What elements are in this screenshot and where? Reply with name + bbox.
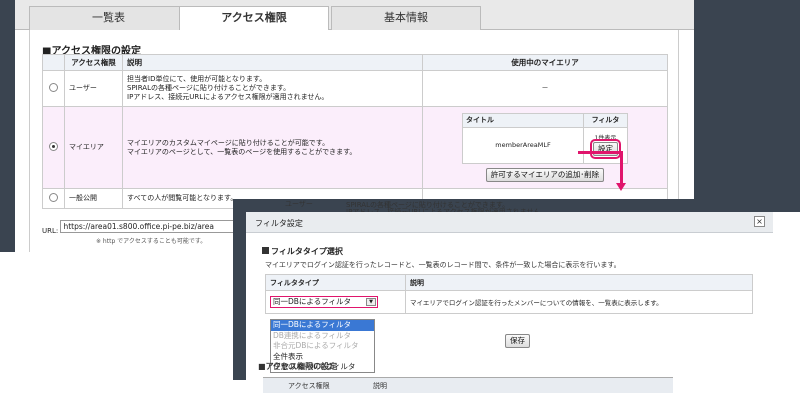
radio-myarea[interactable] [49, 141, 58, 151]
add-remove-myarea-button[interactable]: 許可するマイエリアの追加･削除 [485, 168, 605, 182]
url-row: URL: https://area01.s800.office.pi-pe.bi… [42, 220, 239, 235]
url-label: URL: [42, 227, 59, 235]
url-note: ※ http でアクセスすることも可能です。 [96, 238, 207, 245]
filter-type-select[interactable]: 同一DBによるフィルタ ▼ [270, 296, 378, 308]
tab-access[interactable]: アクセス権限 [179, 6, 329, 31]
square-bullet-icon [262, 247, 269, 254]
row-area-user: － [422, 70, 668, 107]
table-row: ユーザー 担当者ID単位にて、使用が可能となります。 SPIRALの各種ページに… [42, 70, 668, 107]
background-section-title: ■アクセス権限の設定 [258, 362, 338, 371]
area-header: 使用中のマイエリア [422, 54, 668, 71]
arrow-down-icon [616, 183, 626, 191]
row-desc-user: 担当者ID単位にて、使用が可能となります。 SPIRALの各種ページに貼り付ける… [122, 70, 423, 107]
row-desc-myarea: マイエリアのカスタムマイページに貼り付けることが可能です。 マイエリアのページと… [122, 106, 423, 189]
tab-bar: 一覧表 アクセス権限 基本情報 [15, 0, 694, 31]
table-row: 同一DBによるフィルタ ▼ マイエリアでログイン認証を行ったメンバーについての情… [265, 290, 753, 314]
myarea-title: memberAreaMLF [462, 127, 584, 164]
background-header-1: アクセス権限 [288, 382, 330, 390]
radio-header [42, 54, 65, 71]
radio-user[interactable] [49, 82, 58, 92]
background-header-2: 説明 [373, 382, 387, 390]
permission-header: アクセス権限 [64, 54, 123, 71]
filter-desc-header: 説明 [405, 274, 753, 291]
frame-left [0, 0, 15, 252]
frame-right [694, 0, 800, 212]
dialog-title: フィルタ設定 [255, 219, 303, 228]
arrow-line [578, 151, 623, 154]
save-button[interactable]: 保存 [505, 334, 530, 348]
inner-title-header: タイトル [462, 113, 584, 128]
myarea-table: タイトル フィルタ memberAreaMLF 1件表示 設定 [462, 113, 628, 164]
tab-list[interactable]: 一覧表 [29, 6, 188, 30]
option-other-db: 非合元DBによるフィルタ [273, 341, 359, 350]
tab-basic-info[interactable]: 基本情報 [331, 6, 481, 30]
filter-row-desc: マイエリアでログイン認証を行ったメンバーについての情報を、一覧表に表示します。 [405, 290, 753, 314]
option-same-db[interactable]: 同一DBによるフィルタ [271, 320, 374, 331]
filter-status: 1件表示 [594, 135, 617, 142]
row-name-myarea: マイエリア [64, 106, 123, 189]
permission-table: アクセス権限 説明 使用中のマイエリア ユーザー 担当者ID単位にて、使用が可能… [42, 54, 668, 209]
dialog-header: フィルタ設定 × [246, 212, 773, 233]
arrow-line-vertical [620, 151, 623, 183]
row-name-user: ユーザー [64, 70, 123, 107]
url-input[interactable]: https://area01.s800.office.pi-pe.biz/are… [60, 220, 239, 233]
row-name-public: 一般公開 [64, 188, 123, 209]
filter-type-table: フィルタタイプ 説明 同一DBによるフィルタ ▼ マイエリアでログイン認証を行っ… [265, 274, 753, 314]
filter-description: マイエリアでログイン認証を行ったレコードと、一覧表のレコード間で、条件が一致した… [265, 261, 621, 269]
filter-type-section-title: フィルタタイプ選択 [262, 246, 343, 257]
filter-type-header: フィルタタイプ [265, 274, 406, 291]
option-db-link: DB連携によるフィルタ [273, 330, 352, 340]
background-row-name: ユーザー [285, 200, 313, 208]
close-icon[interactable]: × [754, 216, 765, 227]
chevron-down-icon[interactable]: ▼ [366, 298, 376, 306]
inner-filter-header: フィルタ [583, 113, 628, 128]
table-row: マイエリア マイエリアのカスタムマイページに貼り付けることが可能です。 マイエリ… [42, 106, 668, 189]
radio-public[interactable] [49, 192, 58, 202]
description-header: 説明 [122, 54, 423, 71]
background-table-header: アクセス権限 説明 [263, 377, 673, 393]
